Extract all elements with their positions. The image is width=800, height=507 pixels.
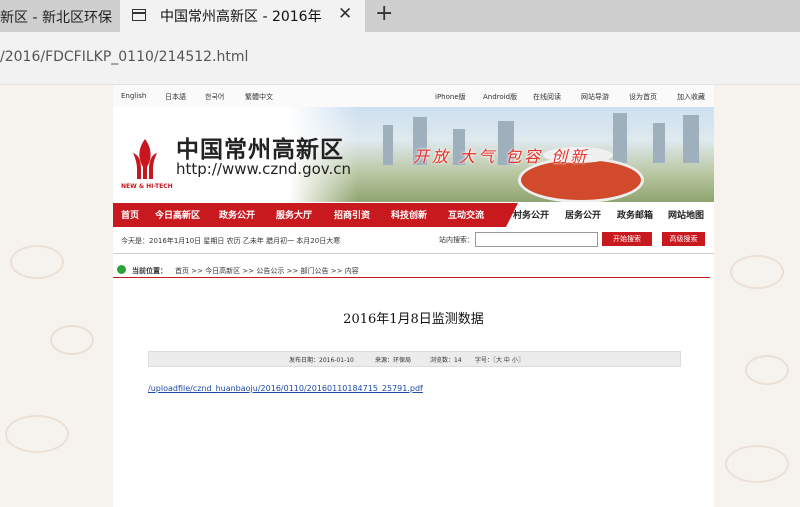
nav-sitemap[interactable]: 网站地图 [668,208,704,221]
background-pattern [5,415,69,453]
background-pattern [10,245,64,279]
search-button[interactable]: 开始搜索 [602,232,652,246]
divider [113,253,714,254]
background-pattern [745,355,789,385]
banner-building [683,115,699,163]
article-title: 2016年1月8日监测数据 [343,312,484,327]
nav-secondary: 村务公开 居务公开 政务邮箱 网站地图 [506,203,714,227]
tab-title: 中国常州高新区 - 2016年 [160,9,322,25]
link-iphone[interactable]: iPhone版 [435,92,466,102]
current-date: 今天是：2016年1月10日 星期日 农历 乙未年 腊月初一 本月20日大寒 [121,237,341,245]
address-bar[interactable]: /2016/FDCFILKP_0110/214512.html [0,32,800,85]
link-android[interactable]: Android版 [483,92,517,102]
advanced-search-button[interactable]: 高级搜索 [662,232,705,246]
view-count: 浏览数：14 [430,357,462,364]
top-links-bar: English 日本語 한국어 繁體中文 iPhone版 Android版 在线… [113,85,714,108]
new-tab-button[interactable]: + [375,1,393,26]
banner-building [613,113,627,163]
page-icon [132,9,146,21]
browser-tab-inactive[interactable]: 新区 - 新北区环保 [0,0,118,32]
site-banner: NEW & HI-TECH 中国常州高新区 http://www.cznd.go… [113,107,714,202]
breadcrumb-path[interactable]: 首页 >> 今日高新区 >> 公告公示 >> 部门公告 >> 内容 [175,266,359,276]
link-english[interactable]: English [121,92,146,100]
nav-government-affairs[interactable]: 政务公开 [219,208,255,221]
site-container: English 日本語 한국어 繁體中文 iPhone版 Android版 在线… [113,85,714,507]
nav-interaction[interactable]: 互动交流 [448,208,484,221]
url-text: /2016/FDCFILKP_0110/214512.html [0,49,249,65]
font-size-switch[interactable]: 字号：〖大 中 小〗 [475,355,524,364]
link-online-reading[interactable]: 在线阅读 [533,92,561,102]
site-url: http://www.cznd.gov.cn [176,160,351,178]
main-nav: 首页 今日高新区 政务公开 服务大厅 招商引资 科技创新 互动交流 村务公开 居… [113,203,714,227]
nav-residence-affairs[interactable]: 居务公开 [565,208,601,221]
browser-tab-bar: 新区 - 新北区环保 中国常州高新区 - 2016年 ✕ + [0,0,800,32]
site-logo-icon [133,139,157,179]
search-input[interactable] [475,232,598,247]
link-site-guide[interactable]: 网站导游 [581,92,609,102]
page-viewport: English 日本語 한국어 繁體中文 iPhone版 Android版 在线… [0,85,800,507]
nav-village-affairs[interactable]: 村务公开 [513,208,549,221]
link-set-homepage[interactable]: 设为首页 [629,92,657,102]
date-search-bar: 今天是：2016年1月10日 星期日 农历 乙未年 腊月初一 本月20日大寒 站… [113,229,714,251]
breadcrumb-label: 当前位置： [132,267,167,275]
search-label: 站内搜索： [439,236,474,244]
link-add-favorite[interactable]: 加入收藏 [677,92,705,102]
link-traditional-chinese[interactable]: 繁體中文 [245,92,273,102]
logo-caption: NEW & HI-TECH [121,183,173,190]
attachment-link[interactable]: /uploadfile/cznd_huanbaoju/2016/0110/201… [148,384,423,393]
nav-today[interactable]: 今日高新区 [155,208,200,221]
close-icon[interactable]: ✕ [338,4,352,24]
banner-building [383,125,393,165]
nav-government-mail[interactable]: 政务邮箱 [617,208,653,221]
article-meta-bar: 发布日期：2016-01-10 来源：环保局 浏览数：14 字号：〖大 中 小〗 [148,351,681,367]
nav-home[interactable]: 首页 [121,208,139,221]
tab-title: 新区 - 新北区环保 [0,10,112,26]
location-icon [117,265,126,274]
article-source: 来源：环保局 [375,357,412,364]
banner-slogan: 开放 大气 包容 创新 [413,147,590,166]
nav-investment[interactable]: 招商引资 [334,208,370,221]
link-japanese[interactable]: 日本語 [165,92,186,102]
banner-building [653,123,665,163]
site-title: 中国常州高新区 [176,137,344,163]
nav-service-hall[interactable]: 服务大厅 [276,208,312,221]
browser-tab-active[interactable]: 中国常州高新区 - 2016年 ✕ [120,0,365,32]
breadcrumb-underline [113,277,710,278]
link-korean[interactable]: 한국어 [205,92,224,102]
background-pattern [50,325,94,355]
background-pattern [725,445,789,483]
publish-date: 发布日期：2016-01-10 [289,357,354,364]
background-pattern [730,255,784,289]
nav-technology[interactable]: 科技创新 [391,208,427,221]
